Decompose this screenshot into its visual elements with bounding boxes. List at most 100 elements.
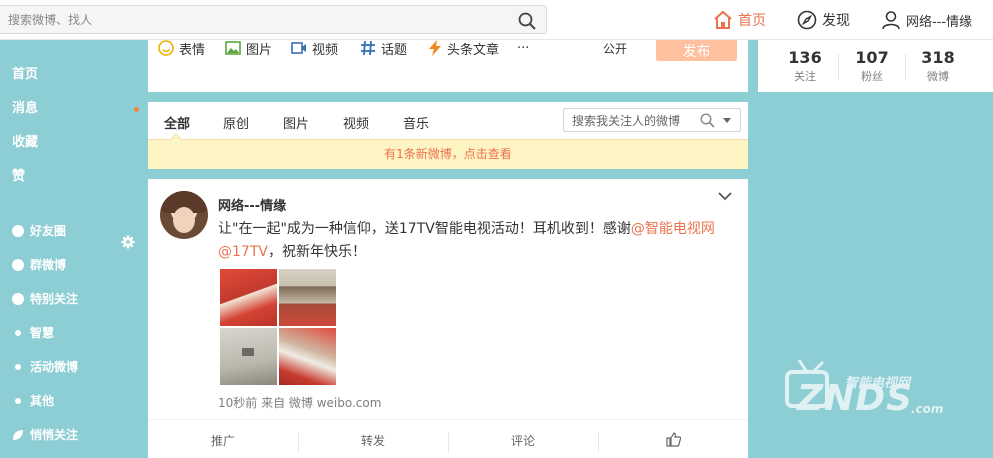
post-text: 让"在一起"成为一种信仰，送17TV智能电视活动！耳机收到！感谢@智能电视网@1… xyxy=(218,218,718,264)
post-author-name[interactable]: 网络---情缘 xyxy=(218,195,286,214)
composer-video-button[interactable]: 视频 xyxy=(291,40,339,58)
watermark-domain: .com xyxy=(911,402,944,416)
sidebar-item-label: 特别关注 xyxy=(30,292,79,306)
comment-button[interactable]: 评论 xyxy=(448,432,598,449)
group-icon xyxy=(12,258,24,271)
top-navigation-bar: 首页 发现 网络---情缘 xyxy=(0,0,993,40)
sidebar-item-likes[interactable]: 赞 xyxy=(12,165,25,184)
dot-icon xyxy=(15,329,21,336)
post-timestamp-source[interactable]: 10秒前 来自 微博 weibo.com xyxy=(218,394,381,411)
sidebar-item-other[interactable]: 其他 xyxy=(12,392,54,409)
more-icon: ··· xyxy=(517,40,530,56)
composer-article-button[interactable]: 头条文章 xyxy=(428,40,500,58)
nav-discover[interactable]: 发现 xyxy=(797,0,850,40)
feed-filter-tabs: 全部 原创 图片 视频 音乐 xyxy=(148,102,748,139)
nav-discover-label: 发现 xyxy=(822,13,850,29)
post-action-bar: 推广 转发 评论 xyxy=(148,419,748,458)
nav-home-label: 首页 xyxy=(738,13,766,29)
search-icon[interactable] xyxy=(518,12,536,30)
sidebar-item-friends-circle[interactable]: 好友圈 xyxy=(12,222,66,239)
new-posts-banner[interactable]: 有1条新微博，点击查看 xyxy=(148,139,748,169)
sidebar-item-special-follow[interactable]: 特别关注 xyxy=(12,290,78,307)
sidebar-item-home[interactable]: 首页 xyxy=(12,63,38,82)
stat-label: 关注 xyxy=(794,70,816,83)
image-icon xyxy=(225,41,241,55)
composer-tool-label: 视频 xyxy=(312,42,339,58)
home-icon xyxy=(714,10,732,29)
nav-home[interactable]: 首页 xyxy=(713,0,766,40)
feed-post: 网络---情缘 让"在一起"成为一种信仰，送17TV智能电视活动！耳机收到！感谢… xyxy=(148,179,748,458)
tab-music[interactable]: 音乐 xyxy=(403,113,429,132)
sidebar-item-secret-follow[interactable]: 悄悄关注 xyxy=(12,426,78,443)
repost-button[interactable]: 转发 xyxy=(298,432,448,449)
post-text-body: 让"在一起"成为一种信仰，送17TV智能电视活动！耳机收到！感谢 xyxy=(218,221,631,237)
sidebar-item-messages[interactable]: 消息 xyxy=(12,97,38,116)
dot-icon xyxy=(15,363,21,370)
tab-original[interactable]: 原创 xyxy=(223,113,249,132)
composer-tool-label: 话题 xyxy=(381,42,408,58)
composer-tool-label: 头条文章 xyxy=(447,42,500,58)
stat-followers[interactable]: 107 粉丝 xyxy=(835,49,909,84)
composer-tool-label: 图片 xyxy=(246,42,273,58)
sidebar-item-favorites[interactable]: 收藏 xyxy=(12,131,38,150)
hashtag-icon xyxy=(361,40,375,56)
composer-tool-label: 表情 xyxy=(179,42,206,58)
sidebar-item-group-weibo[interactable]: 群微博 xyxy=(12,256,66,273)
tab-videos[interactable]: 视频 xyxy=(343,113,369,132)
sidebar-item-label: 智慧 xyxy=(30,326,55,340)
global-search-box[interactable] xyxy=(0,5,547,34)
znds-watermark: 智能电视网 ZNDS .com xyxy=(783,358,963,428)
avatar[interactable] xyxy=(160,191,208,239)
composer-more-button[interactable]: ··· xyxy=(517,40,529,56)
chevron-down-icon[interactable] xyxy=(718,191,732,201)
global-search-input[interactable] xyxy=(8,11,498,29)
like-button[interactable] xyxy=(598,432,748,450)
leaf-icon xyxy=(13,429,23,440)
followed-search-input[interactable] xyxy=(572,113,692,128)
tab-all[interactable]: 全部 xyxy=(164,113,190,132)
stat-posts[interactable]: 318 微博 xyxy=(901,49,975,84)
unread-dot xyxy=(134,107,139,112)
like-icon xyxy=(665,432,681,447)
sidebar-item-label: 活动微博 xyxy=(30,360,79,374)
composer-emoji-button[interactable]: 表情 xyxy=(158,40,206,58)
sidebar-item-wisdom[interactable]: 智慧 xyxy=(12,324,54,341)
post-composer: 表情 图片 视频 话题 头条文章 ··· 公开 发布 xyxy=(148,40,748,92)
stat-label: 微博 xyxy=(927,70,949,83)
stat-value: 107 xyxy=(855,48,889,67)
sidebar-item-activity[interactable]: 活动微博 xyxy=(12,358,78,375)
nav-user-profile[interactable]: 网络---情缘 xyxy=(881,0,972,40)
star-follow-icon xyxy=(12,292,24,305)
sidebar-item-label: 群微博 xyxy=(30,258,67,272)
profile-stats-card: 136 关注 107 粉丝 318 微博 xyxy=(758,40,993,92)
friends-icon xyxy=(12,224,24,237)
post-image-thumbnail[interactable] xyxy=(220,328,277,385)
dot-icon xyxy=(15,397,21,404)
stat-value: 136 xyxy=(788,48,822,67)
gear-icon[interactable] xyxy=(121,235,135,249)
avatar-face xyxy=(173,207,195,233)
composer-topic-button[interactable]: 话题 xyxy=(360,40,408,58)
post-text-tail: ，祝新年快乐！ xyxy=(267,244,366,260)
stat-label: 粉丝 xyxy=(861,70,883,83)
post-button[interactable]: 发布 xyxy=(656,40,737,61)
search-icon[interactable] xyxy=(700,113,715,128)
sidebar-item-label: 悄悄关注 xyxy=(30,428,79,442)
nav-user-label: 网络---情缘 xyxy=(906,14,973,30)
emoji-icon xyxy=(158,40,174,56)
post-image-thumbnail[interactable] xyxy=(279,269,336,326)
sidebar-item-label: 其他 xyxy=(30,394,55,408)
stat-following[interactable]: 136 关注 xyxy=(768,49,842,84)
visibility-dropdown[interactable]: 公开 xyxy=(603,40,627,57)
compass-icon xyxy=(797,10,817,30)
post-image-thumbnail[interactable] xyxy=(279,328,336,385)
video-icon xyxy=(291,42,306,54)
user-icon xyxy=(882,11,900,30)
composer-image-button[interactable]: 图片 xyxy=(225,40,273,58)
chevron-down-icon[interactable] xyxy=(723,118,731,123)
tab-images[interactable]: 图片 xyxy=(283,113,309,132)
left-sidebar: 首页 消息 收藏 赞 好友圈 群微博 特别关注 智慧 活动微博 其他 悄悄关注 xyxy=(0,40,148,458)
promote-button[interactable]: 推广 xyxy=(148,432,298,449)
followed-search-box[interactable] xyxy=(563,108,741,132)
post-image-thumbnail[interactable] xyxy=(220,269,277,326)
